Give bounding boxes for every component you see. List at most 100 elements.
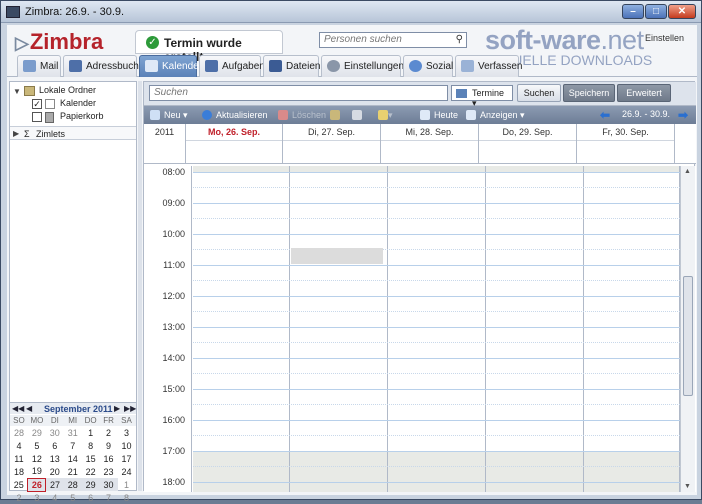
mini-calendar-day[interactable]: 30: [99, 478, 118, 491]
mini-calendar-day[interactable]: 6: [46, 439, 64, 452]
mini-calendar-day[interactable]: 7: [64, 439, 82, 452]
mini-calendar-day[interactable]: 18: [10, 465, 28, 478]
minimize-button[interactable]: –: [622, 4, 644, 19]
tab-social[interactable]: Sozial: [403, 55, 453, 77]
day-column[interactable]: [290, 166, 388, 492]
day-header[interactable]: Do, 29. Sep.: [479, 124, 577, 164]
today-button[interactable]: Heute: [420, 109, 458, 121]
day-column[interactable]: [584, 166, 680, 492]
print-icon[interactable]: [352, 109, 362, 121]
mini-calendar-day[interactable]: 31: [64, 426, 82, 439]
mini-calendar-day[interactable]: 4: [46, 491, 64, 504]
search-type-select[interactable]: Termine ▾: [451, 85, 513, 108]
mini-calendar-day[interactable]: 21: [64, 465, 82, 478]
day-column[interactable]: [193, 166, 290, 492]
mini-calendar-day[interactable]: 20: [46, 465, 64, 478]
tag-icon[interactable]: ▾: [378, 109, 393, 121]
mini-calendar-day[interactable]: 29: [28, 426, 46, 439]
mini-calendar-day[interactable]: 23: [100, 465, 118, 478]
search-button[interactable]: Suchen: [517, 84, 561, 102]
mini-calendar-day[interactable]: 4: [10, 439, 28, 452]
calendar-checkbox[interactable]: ✓: [32, 99, 42, 109]
mini-calendar-day[interactable]: 3: [28, 491, 46, 504]
close-button[interactable]: ✕: [668, 4, 696, 19]
scroll-down-icon[interactable]: ▼: [684, 483, 691, 490]
mini-calendar-day[interactable]: 9: [100, 439, 118, 452]
tab-calendar[interactable]: Kalender: [139, 55, 202, 77]
settings-link[interactable]: Einstellen: [645, 33, 684, 43]
tab-compose[interactable]: Verfassen: [455, 55, 522, 77]
day-header[interactable]: Mi, 28. Sep.: [381, 124, 479, 164]
maximize-button[interactable]: □: [645, 4, 667, 19]
day-header[interactable]: Di, 27. Sep.: [283, 124, 381, 164]
day-header[interactable]: Mo, 26. Sep.: [186, 124, 283, 164]
mini-calendar-day[interactable]: 16: [100, 452, 118, 465]
move-icon[interactable]: [330, 109, 340, 121]
day-header[interactable]: Fr, 30. Sep.: [577, 124, 675, 164]
mini-calendar-day[interactable]: 22: [82, 465, 100, 478]
mini-calendar-day[interactable]: 24: [118, 465, 136, 478]
tab-tasks[interactable]: Aufgaben: [199, 55, 265, 77]
people-search-input[interactable]: Personen suchen ⚲: [319, 32, 467, 48]
tab-mail[interactable]: Mail: [17, 55, 61, 77]
search-icon[interactable]: ⚲: [456, 34, 463, 45]
next-year-icon[interactable]: ▶▶: [124, 404, 136, 413]
prev-month-icon[interactable]: ◀: [26, 404, 32, 413]
mini-calendar-day[interactable]: 17: [118, 452, 136, 465]
view-button[interactable]: Anzeigen ▾: [466, 109, 525, 121]
mini-calendar-day[interactable]: 1: [118, 478, 136, 491]
collapse-triangle-icon[interactable]: ▼: [13, 87, 21, 96]
mini-calendar-day[interactable]: 28: [10, 426, 28, 439]
zimlets-header[interactable]: ▶ Σ Zimlets: [10, 126, 136, 140]
trash-checkbox[interactable]: [32, 112, 42, 122]
mini-calendar-day[interactable]: 8: [82, 439, 100, 452]
sidebar-splitter[interactable]: [138, 81, 142, 491]
mini-calendar-day[interactable]: 28: [63, 478, 82, 491]
tab-settings[interactable]: Einstellungen: [321, 55, 404, 77]
mini-calendar-day[interactable]: 26: [27, 477, 47, 492]
mini-calendar-day[interactable]: 15: [82, 452, 100, 465]
mini-calendar-day[interactable]: 27: [45, 478, 64, 491]
mini-calendar-day[interactable]: 10: [118, 439, 136, 452]
mini-calendar-day[interactable]: 1: [82, 426, 100, 439]
advanced-search-button[interactable]: Erweitert: [617, 84, 671, 102]
mini-calendar-day[interactable]: 5: [64, 491, 82, 504]
local-folders-header[interactable]: ▼ Lokale Ordner: [10, 85, 136, 98]
refresh-button[interactable]: Aktualisieren: [202, 109, 268, 121]
mini-calendar-day[interactable]: 30: [46, 426, 64, 439]
tab-files[interactable]: Dateien: [263, 55, 320, 77]
next-month-icon[interactable]: ▶: [114, 404, 120, 413]
mini-calendar-day[interactable]: 3: [118, 426, 136, 439]
mini-calendar-day[interactable]: 5: [28, 439, 46, 452]
expand-triangle-icon[interactable]: ▶: [13, 129, 19, 138]
tab-contacts[interactable]: Adressbuch: [63, 55, 139, 77]
scrollbar-thumb[interactable]: [683, 276, 693, 396]
day-column[interactable]: [388, 166, 486, 492]
mini-calendar-day[interactable]: 8: [118, 491, 136, 504]
new-button[interactable]: Neu ▾: [150, 109, 188, 121]
mini-calendar-day[interactable]: 19: [28, 465, 46, 478]
prev-year-icon[interactable]: ◀◀: [12, 404, 24, 413]
mini-calendar-day[interactable]: 25: [10, 478, 28, 491]
search-input[interactable]: Suchen: [149, 85, 448, 101]
save-search-button[interactable]: Speichern: [563, 84, 615, 102]
mini-calendar-day[interactable]: 6: [82, 491, 100, 504]
mini-calendar-day[interactable]: 13: [46, 452, 64, 465]
sidebar-item-trash[interactable]: Papierkorb: [10, 111, 136, 124]
mini-calendar-day[interactable]: 7: [100, 491, 118, 504]
day-column[interactable]: [486, 166, 584, 492]
time-slot-selection[interactable]: [291, 248, 383, 264]
scroll-up-icon[interactable]: ▲: [684, 168, 691, 175]
sidebar-item-calendar[interactable]: ✓ Kalender: [10, 98, 136, 111]
mini-calendar-day[interactable]: 11: [10, 452, 28, 465]
next-week-icon[interactable]: ➡: [678, 108, 688, 122]
mini-calendar-day[interactable]: 2: [10, 491, 28, 504]
vertical-scrollbar[interactable]: ▲ ▼: [680, 166, 695, 492]
mini-calendar-day[interactable]: 29: [81, 478, 100, 491]
mini-calendar-day[interactable]: 2: [100, 426, 118, 439]
mini-calendar-day[interactable]: 14: [64, 452, 82, 465]
time-grid[interactable]: 08:00 09:00 10:00 11:00 12:00 13:00 14:00 15:00…: [144, 166, 696, 492]
prev-week-icon[interactable]: ⬅: [600, 108, 610, 122]
mini-calendar-day[interactable]: 12: [28, 452, 46, 465]
delete-button[interactable]: Löschen: [278, 109, 326, 121]
